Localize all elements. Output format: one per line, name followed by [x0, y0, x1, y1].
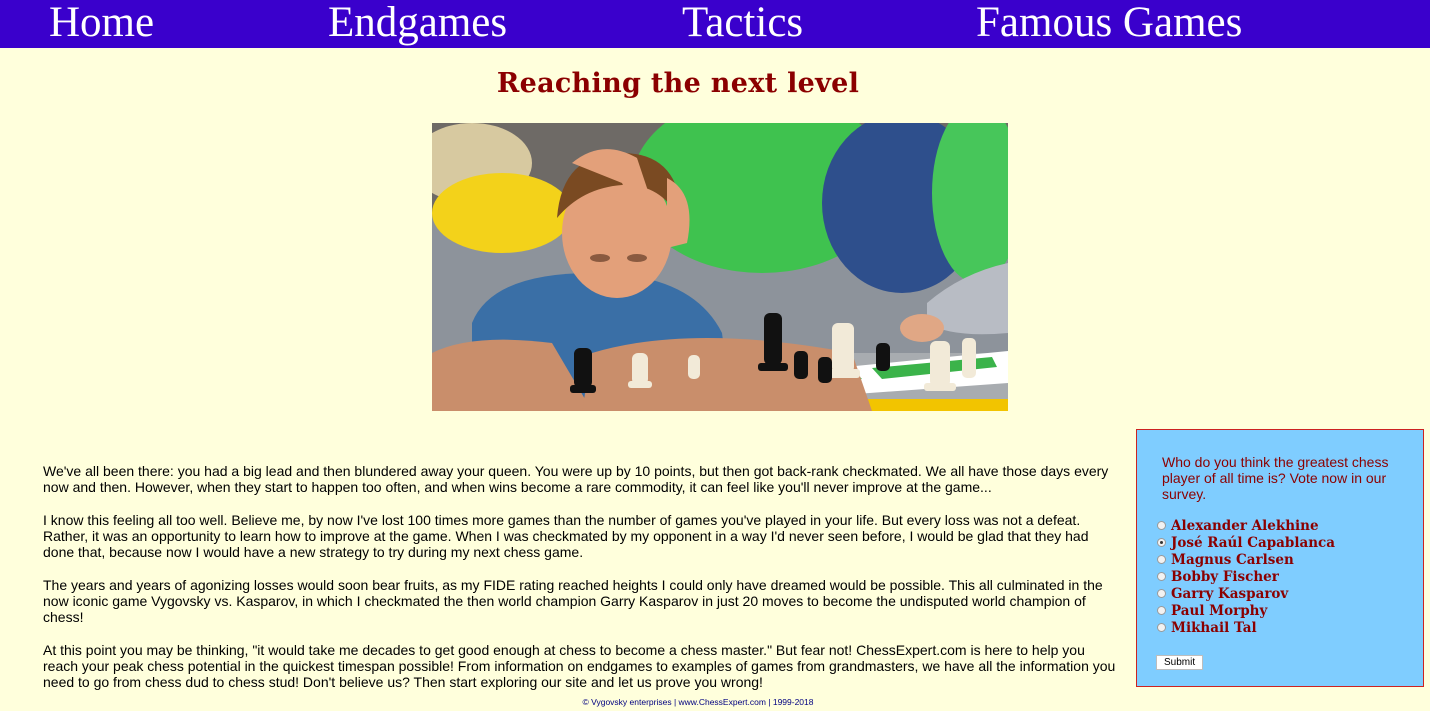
- radio-button[interactable]: [1157, 589, 1166, 598]
- survey-option-label[interactable]: José Raúl Capablanca: [1171, 535, 1335, 551]
- nav-link-home[interactable]: Home: [49, 0, 154, 48]
- radio-button-selected[interactable]: [1157, 538, 1166, 547]
- navigation-bar: Home Endgames Tactics Famous Games: [0, 0, 1430, 48]
- nav-link-tactics[interactable]: Tactics: [682, 0, 803, 48]
- radio-button[interactable]: [1157, 606, 1166, 615]
- survey-option-label[interactable]: Garry Kasparov: [1171, 586, 1288, 602]
- survey-option-tal[interactable]: Mikhail Tal: [1157, 619, 1417, 636]
- survey-option-label[interactable]: Mikhail Tal: [1171, 620, 1257, 636]
- radio-button[interactable]: [1157, 555, 1166, 564]
- radio-button[interactable]: [1157, 521, 1166, 530]
- survey-options: Alexander Alekhine José Raúl Capablanca …: [1157, 517, 1417, 636]
- survey-option-carlsen[interactable]: Magnus Carlsen: [1157, 551, 1417, 568]
- survey-option-label[interactable]: Alexander Alekhine: [1171, 518, 1319, 534]
- survey-option-label[interactable]: Magnus Carlsen: [1171, 552, 1294, 568]
- radio-button[interactable]: [1157, 572, 1166, 581]
- article-paragraph-4: At this point you may be thinking, "it w…: [43, 642, 1116, 690]
- survey-question: Who do you think the greatest chess play…: [1162, 454, 1389, 502]
- article-paragraph-3: The years and years of agonizing losses …: [43, 577, 1103, 625]
- article-paragraph-1: We've all been there: you had a big lead…: [43, 463, 1109, 495]
- survey-option-label[interactable]: Paul Morphy: [1171, 603, 1267, 619]
- page-title: Reaching the next level: [496, 68, 860, 99]
- submit-button[interactable]: Submit: [1156, 655, 1204, 670]
- survey-panel: Who do you think the greatest chess play…: [1136, 429, 1424, 687]
- survey-option-label[interactable]: Bobby Fischer: [1171, 569, 1279, 585]
- nav-link-endgames[interactable]: Endgames: [328, 0, 507, 48]
- survey-option-alekhine[interactable]: Alexander Alekhine: [1157, 517, 1417, 534]
- nav-link-famous-games[interactable]: Famous Games: [976, 0, 1242, 48]
- article-body: We've all been there: you had a big lead…: [43, 463, 1123, 707]
- survey-option-capablanca[interactable]: José Raúl Capablanca: [1157, 534, 1417, 551]
- survey-option-fischer[interactable]: Bobby Fischer: [1157, 568, 1417, 585]
- survey-option-kasparov[interactable]: Garry Kasparov: [1157, 585, 1417, 602]
- footer-copyright: © Vygovsky enterprises | www.ChessExpert…: [582, 697, 814, 707]
- radio-button[interactable]: [1157, 623, 1166, 632]
- survey-option-morphy[interactable]: Paul Morphy: [1157, 602, 1417, 619]
- hero-image-child-playing-chess: [432, 123, 1008, 411]
- article-paragraph-2: I know this feeling all too well. Believ…: [43, 512, 1089, 560]
